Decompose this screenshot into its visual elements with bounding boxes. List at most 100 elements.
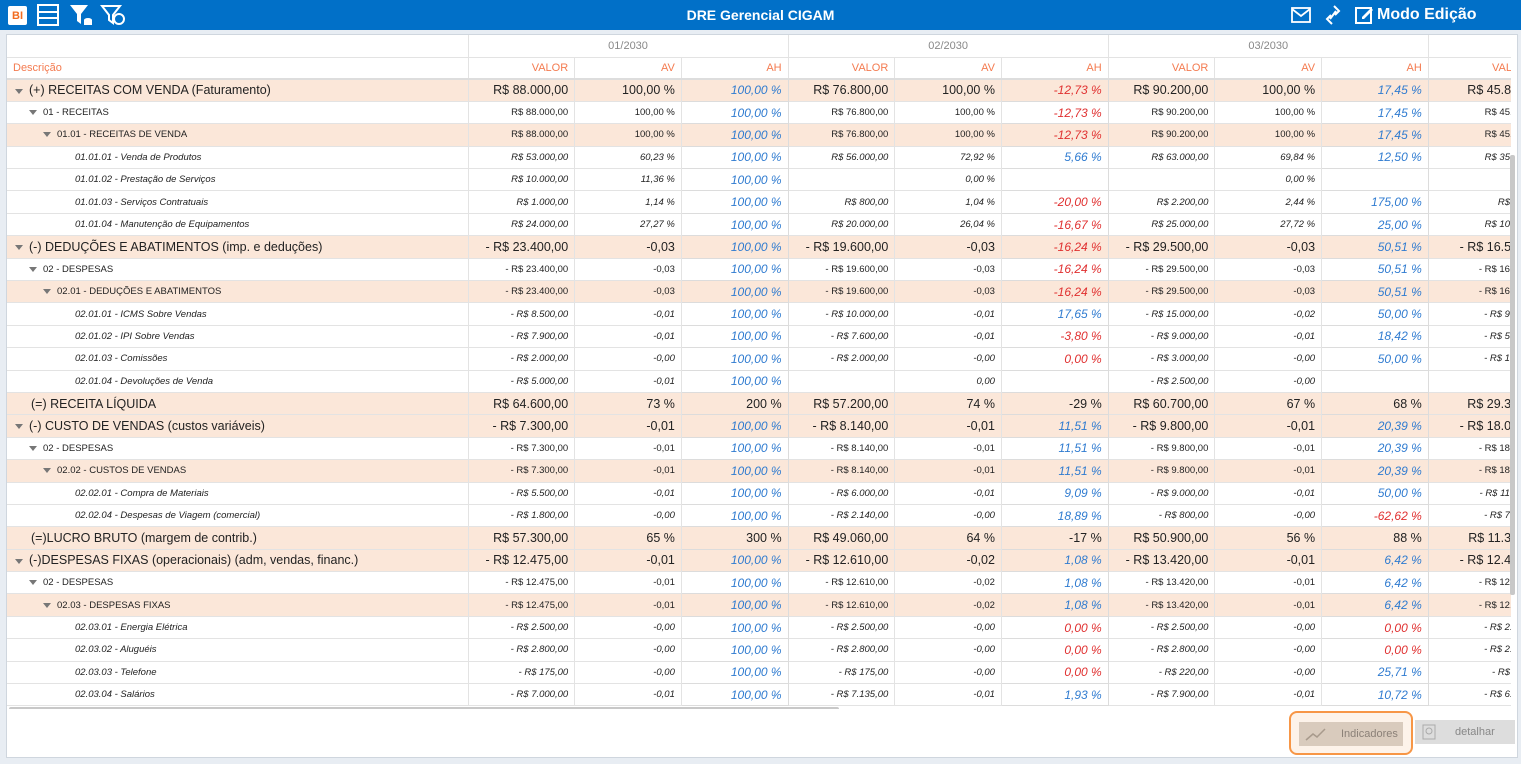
table-row[interactable]: 01.01.02 - Prestação de Serviços R$ 10.00…: [7, 168, 1511, 192]
expand-caret-icon[interactable]: [29, 580, 37, 586]
row-description: 02.01.04 - Devoluções de Venda: [7, 370, 469, 393]
column-header-valor[interactable]: VALOR: [1428, 57, 1511, 80]
table-row[interactable]: (-)DESPESAS FIXAS (operacionais) (adm, v…: [7, 548, 1511, 573]
table-row[interactable]: 02.03.04 - Salários - R$ 7.000,00 -0,01 100…: [7, 683, 1511, 707]
value-cell: - R$ 7.000,00: [468, 683, 576, 707]
expand-caret-icon[interactable]: [29, 445, 37, 451]
table-row[interactable]: 02.03.03 - Telefone - R$ 175,00 -0,00 100,0…: [7, 660, 1511, 685]
av-cell: 100,00 %: [894, 123, 1002, 147]
ah-cell: 50,00 %: [1321, 302, 1429, 326]
value-cell: - R$ 9.800,00: [1108, 459, 1216, 483]
value-cell: - R$ 220,00: [1108, 661, 1216, 685]
expand-caret-icon[interactable]: [43, 468, 51, 474]
table-row[interactable]: 01.01.01 - Venda de Produtos R$ 53.000,00…: [7, 145, 1511, 170]
row-label: 02.02.01 - Compra de Materiais: [75, 487, 209, 499]
row-description: 02.02 - CUSTOS DE VENDAS: [7, 459, 469, 483]
layout-rows-icon[interactable]: [36, 4, 60, 26]
column-header-ah[interactable]: AH: [1321, 57, 1429, 80]
table-row[interactable]: (+) RECEITAS COM VENDA (Faturamento) R$ 8…: [7, 78, 1511, 102]
table-row[interactable]: 02.01 - DEDUÇÕES E ABATIMENTOS - R$ 23.40…: [7, 280, 1511, 304]
av-cell: 72,92 %: [894, 146, 1002, 170]
column-header-ah[interactable]: AH: [1001, 57, 1109, 80]
av-cell: -0,02: [1214, 302, 1323, 326]
column-header-av[interactable]: AV: [894, 57, 1002, 80]
expand-caret-icon[interactable]: [15, 88, 23, 94]
detail-button[interactable]: detalhar: [1415, 720, 1515, 744]
row-label: 01 - RECEITAS: [43, 107, 109, 119]
expand-caret-icon[interactable]: [43, 602, 51, 608]
period-header: 02/2030: [788, 35, 1109, 58]
table-row[interactable]: 01.01.04 - Manutenção de Equipamentos R$ …: [7, 212, 1511, 237]
trend-chart-icon: [1305, 728, 1326, 741]
table-row[interactable]: 02 - DESPESAS - R$ 12.475,00 -0,01 100,00 %…: [7, 571, 1511, 595]
column-header-valor[interactable]: VALOR: [788, 57, 896, 80]
table-row[interactable]: 01.01 - RECEITAS DE VENDA R$ 88.000,00 100…: [7, 123, 1511, 147]
row-description: (-) CUSTO DE VENDAS (custos variáveis): [7, 414, 469, 438]
column-header-valor[interactable]: VALOR: [468, 57, 576, 80]
ah-cell: 6,42 %: [1321, 571, 1429, 595]
table-row[interactable]: 02 - DESPESAS - R$ 7.300,00 -0,01 100,00 % -…: [7, 436, 1511, 461]
column-header-av[interactable]: AV: [574, 57, 682, 80]
table-row[interactable]: (-) CUSTO DE VENDAS (custos variáveis) - …: [7, 414, 1511, 438]
table-row[interactable]: 02.01.04 - Devoluções de Venda - R$ 5.000…: [7, 369, 1511, 393]
table-row[interactable]: 02.02.01 - Compra de Materiais - R$ 5.500…: [7, 481, 1511, 505]
expand-caret-icon[interactable]: [43, 132, 51, 138]
table-row[interactable]: 02.03 - DESPESAS FIXAS - R$ 12.475,00 -0,0…: [7, 593, 1511, 617]
row-description: 02.02.04 - Despesas de Viagem (comercial…: [7, 504, 469, 528]
edit-mode-button[interactable]: Modo Edição: [1355, 4, 1485, 26]
expand-caret-icon[interactable]: [15, 424, 23, 430]
av-cell: -0,01: [574, 549, 682, 573]
table-row[interactable]: 02.01.01 - ICMS Sobre Vendas - R$ 8.500,0…: [7, 302, 1511, 326]
ah-cell: 100,00 %: [680, 145, 789, 170]
value-cell: R$ 45.800: [1428, 101, 1511, 125]
table-row[interactable]: 02.02 - CUSTOS DE VENDAS - R$ 7.300,00 -0,…: [7, 459, 1511, 483]
dre-grid[interactable]: 01/2030 02/2030 03/2030 Descrição VALOR AV AH…: [7, 35, 1511, 709]
av-cell: 64 %: [894, 526, 1002, 550]
link-icon[interactable]: [1322, 4, 1344, 26]
ah-cell: -17 %: [1000, 526, 1109, 550]
value-cell: - R$ 8.140,00: [788, 437, 896, 461]
table-row[interactable]: 02.03.02 - Aluguéis - R$ 2.800,00 -0,00 100…: [7, 638, 1511, 662]
vertical-scrollbar[interactable]: [1510, 155, 1515, 595]
footer-bar: Indicadores detalhar: [7, 709, 1517, 757]
av-cell: -0,02: [894, 571, 1002, 595]
value-cell: - R$ 6.980: [1428, 683, 1511, 707]
bi-logo[interactable]: BI: [8, 6, 27, 25]
av-cell: -0,01: [574, 571, 682, 595]
value-cell: - R$ 175,00: [788, 661, 896, 685]
indicators-button[interactable]: Indicadores: [1299, 722, 1403, 746]
column-header-av[interactable]: AV: [1214, 57, 1323, 80]
table-row[interactable]: 02.02.04 - Despesas de Viagem (comercial…: [7, 503, 1511, 528]
ah-cell: 100,00 %: [680, 683, 789, 707]
table-row[interactable]: (=)LUCRO BRUTO (margem de contrib.) R$ 57…: [7, 526, 1511, 550]
table-row[interactable]: 02.01.03 - Comissões - R$ 2.000,00 -0,00 10…: [7, 347, 1511, 371]
ah-cell: 0,00 %: [1321, 615, 1429, 640]
filter-reset-icon[interactable]: [100, 4, 126, 26]
table-row[interactable]: 02 - DESPESAS - R$ 23.400,00 -0,03 100,00 %…: [7, 257, 1511, 282]
expand-caret-icon[interactable]: [29, 266, 37, 272]
table-row[interactable]: 02.03.01 - Energia Elétrica - R$ 2.500,00…: [7, 615, 1511, 640]
expand-caret-icon[interactable]: [15, 245, 23, 251]
value-cell: - R$ 9.800,00: [1108, 414, 1216, 438]
column-header-ah[interactable]: AH: [681, 57, 789, 80]
table-row[interactable]: (=) RECEITA LÍQUIDA R$ 64.600,00 73 % 200 %…: [7, 391, 1511, 416]
expand-caret-icon[interactable]: [15, 558, 23, 564]
table-row[interactable]: 02.01.02 - IPI Sobre Vendas - R$ 7.900,00…: [7, 324, 1511, 349]
column-header-valor[interactable]: VALOR: [1108, 57, 1216, 80]
value-cell: - R$ 19.600,00: [788, 235, 896, 259]
filter-database-icon[interactable]: [68, 4, 94, 26]
ah-cell: 100,00 %: [680, 459, 789, 483]
mail-icon[interactable]: [1290, 4, 1312, 26]
value-cell: - R$ 7.900,00: [1108, 683, 1216, 707]
value-cell: R$ 45.800,: [1428, 79, 1511, 102]
table-row[interactable]: (-) DEDUÇÕES E ABATIMENTOS (imp. e deduç…: [7, 235, 1511, 259]
value-cell: R$ 60.700,00: [1108, 392, 1216, 416]
value-cell: - R$ 10.000,00: [788, 302, 896, 326]
expand-caret-icon[interactable]: [29, 110, 37, 116]
table-row[interactable]: 01 - RECEITAS R$ 88.000,00 100,00 % 100,00 …: [7, 100, 1511, 125]
value-cell: - R$ 6.000,00: [788, 482, 896, 505]
header-description[interactable]: Descrição: [7, 57, 469, 80]
expand-caret-icon[interactable]: [43, 289, 51, 295]
ah-cell: 100,00 %: [680, 100, 789, 125]
table-row[interactable]: 01.01.03 - Serviços Contratuais R$ 1.000,…: [7, 190, 1511, 214]
